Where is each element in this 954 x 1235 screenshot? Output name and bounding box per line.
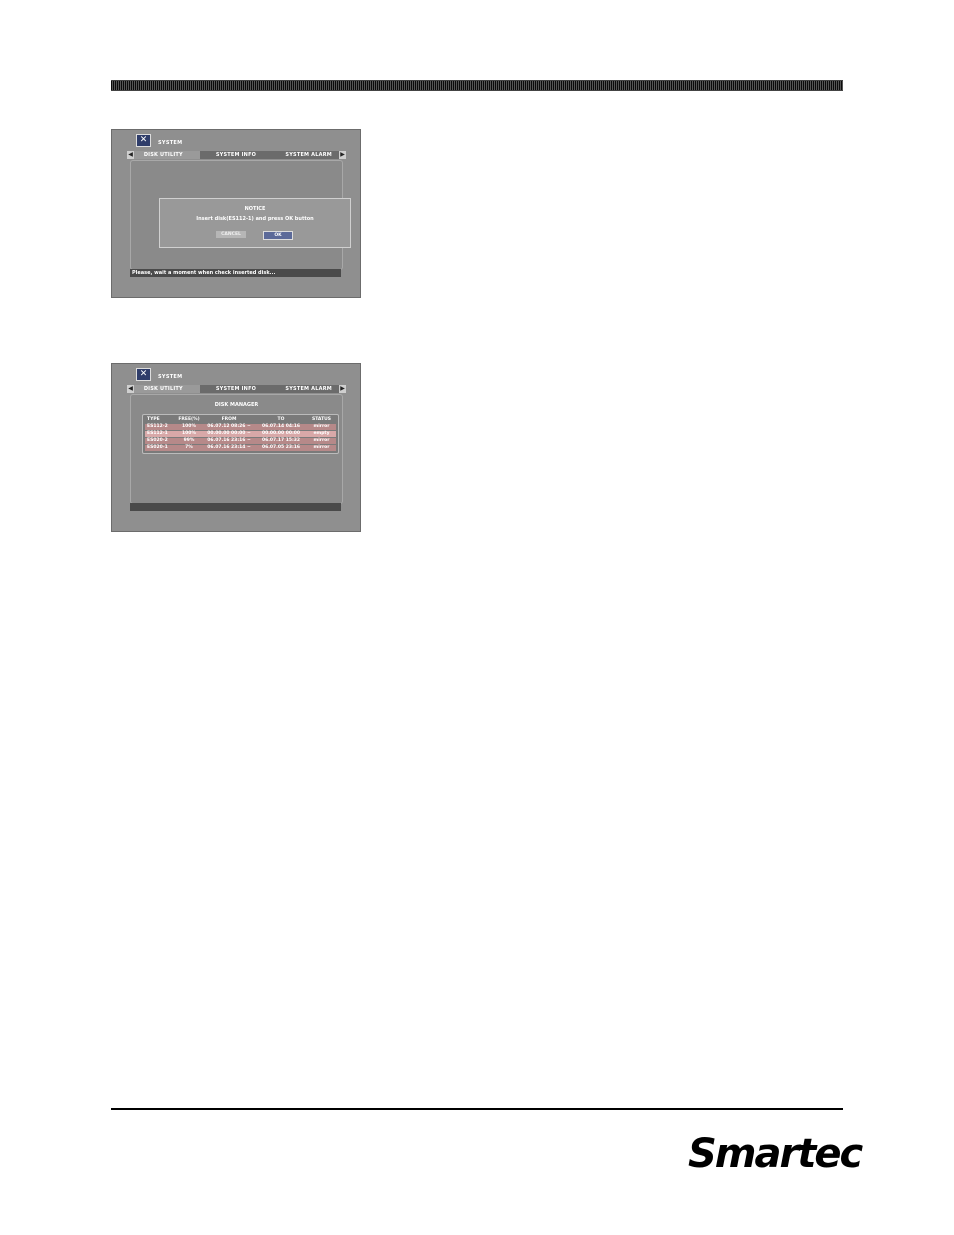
cell-status: mirror xyxy=(313,438,330,443)
col-from: FROM xyxy=(221,417,237,422)
arrow-right-icon[interactable]: ▶ xyxy=(339,151,346,159)
notice-dialog: NOTICE Insert disk(ES112-1) and press OK… xyxy=(159,198,351,248)
system-title: SYSTEM xyxy=(158,374,183,380)
cell-from: 00.00.00 00:00 ~ xyxy=(207,431,251,436)
screenshot-disk-manager: ✕ SYSTEM DISK UTILITY SYSTEM INFO SYSTEM… xyxy=(111,363,361,532)
tab-bar: DISK UTILITY SYSTEM INFO SYSTEM ALARM xyxy=(127,151,345,159)
cell-to: 06.07.17 15:32 xyxy=(261,438,301,443)
tab-bar: DISK UTILITY SYSTEM INFO SYSTEM ALARM xyxy=(127,385,345,393)
smartec-logo: Smartec xyxy=(688,1131,863,1177)
cell-type: ES020-1 xyxy=(147,445,168,450)
cell-from: 06.07.16 23:14 ~ xyxy=(207,445,251,450)
arrow-right-icon[interactable]: ▶ xyxy=(339,385,346,393)
header-rule xyxy=(111,80,843,91)
disk-table: TYPE FREE(%) FROM TO STATUS ES112-2 100%… xyxy=(142,414,339,454)
tab-system-alarm[interactable]: SYSTEM ALARM xyxy=(272,385,345,393)
cell-to: 06.07.14 04:16 xyxy=(261,424,301,429)
cell-from: 06.07.12 08:26 ~ xyxy=(207,424,251,429)
cell-free: 100% xyxy=(182,431,196,436)
main-panel: DISK MANAGER TYPE FREE(%) FROM TO STATUS… xyxy=(130,394,343,504)
col-type: TYPE xyxy=(147,417,160,422)
cell-to: 00.00.00 00:00 xyxy=(261,431,301,436)
cell-status: empty xyxy=(313,431,330,436)
cell-free: 7% xyxy=(185,445,193,450)
system-title: SYSTEM xyxy=(158,140,183,146)
notice-title: NOTICE xyxy=(244,206,266,212)
tab-system-info[interactable]: SYSTEM INFO xyxy=(200,151,273,159)
table-header: TYPE FREE(%) FROM TO STATUS xyxy=(145,417,336,423)
footer-rule xyxy=(111,1108,843,1110)
cell-from: 06.07.16 23:16 ~ xyxy=(207,438,251,443)
cell-type: ES112-1 xyxy=(147,431,168,436)
cell-free: 100% xyxy=(182,424,196,429)
arrow-left-icon[interactable]: ◀ xyxy=(127,385,134,393)
screenshot-notice: ✕ SYSTEM DISK UTILITY SYSTEM INFO SYSTEM… xyxy=(111,129,361,298)
col-to: TO xyxy=(277,417,285,422)
tab-disk-utility[interactable]: DISK UTILITY xyxy=(127,151,200,159)
status-bar xyxy=(130,503,341,511)
table-row[interactable]: ES112-1 100% 00.00.00 00:00 ~ 00.00.00 0… xyxy=(145,431,336,437)
ok-button[interactable]: OK xyxy=(263,231,293,240)
cell-free: 99% xyxy=(183,438,195,443)
col-free: FREE(%) xyxy=(178,417,200,422)
cell-status: mirror xyxy=(313,424,330,429)
table-row[interactable]: ES020-1 7% 06.07.16 23:14 ~ 06.07.05 23:… xyxy=(145,445,336,451)
main-panel: NOTICE Insert disk(ES112-1) and press OK… xyxy=(130,160,351,270)
cell-type: ES112-2 xyxy=(147,424,168,429)
col-status: STATUS xyxy=(311,417,332,422)
cell-to: 06.07.05 23:16 xyxy=(261,445,301,450)
tools-icon: ✕ xyxy=(136,368,151,381)
tab-disk-utility[interactable]: DISK UTILITY xyxy=(127,385,200,393)
arrow-left-icon[interactable]: ◀ xyxy=(127,151,134,159)
tools-icon: ✕ xyxy=(136,134,151,147)
notice-message: Insert disk(ES112-1) and press OK button xyxy=(196,216,314,222)
tab-system-info[interactable]: SYSTEM INFO xyxy=(200,385,273,393)
status-bar: Please, wait a moment when check inserte… xyxy=(130,269,341,277)
cancel-button[interactable]: CANCEL xyxy=(216,231,246,238)
tab-system-alarm[interactable]: SYSTEM ALARM xyxy=(272,151,345,159)
cell-type: ES020-2 xyxy=(147,438,168,443)
cell-status: mirror xyxy=(313,445,330,450)
disk-manager-title: DISK MANAGER xyxy=(214,402,259,408)
table-row[interactable]: ES020-2 99% 06.07.16 23:16 ~ 06.07.17 15… xyxy=(145,438,336,444)
table-row[interactable]: ES112-2 100% 06.07.12 08:26 ~ 06.07.14 0… xyxy=(145,424,336,430)
